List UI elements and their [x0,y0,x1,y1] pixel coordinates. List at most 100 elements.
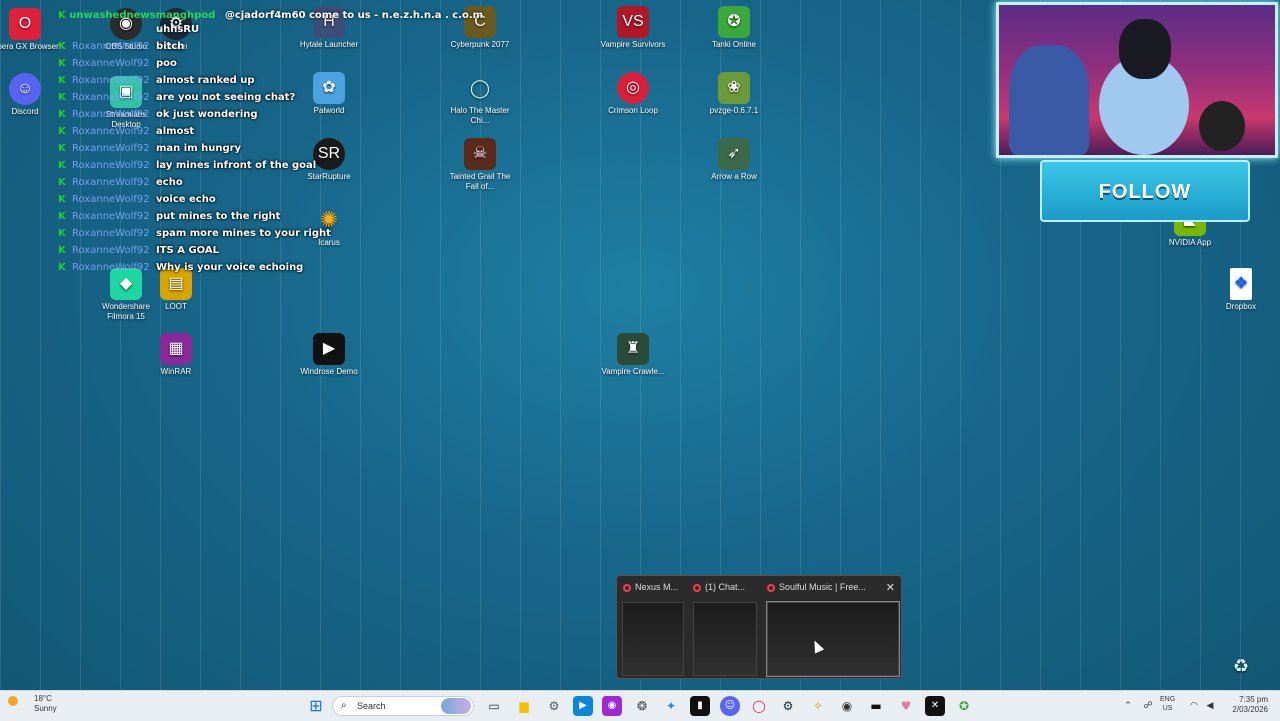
chat-rows: K RoxanneWolf92 bitch K RoxanneWolf92 poo K Rox… [58,38,398,276]
dropbox-desktop-icon[interactable]: ❖ Dropbox [1206,268,1276,312]
opera-icon [693,583,701,592]
search-highlight-icon [441,698,471,714]
app-gray-icon[interactable]: ❂ [632,696,652,716]
x-app-icon[interactable]: ✕ [925,696,945,716]
chat-row: K RoxanneWolf92 lay mines infront of the g… [58,157,398,174]
avatar-person [1119,19,1171,79]
kick-icon: K [58,177,66,188]
task-view-icon[interactable]: ▭ [484,696,504,716]
search-icon: ⌕ [341,700,347,711]
recycle-bin-icon: ♻ [1232,656,1250,676]
start-icon[interactable]: ⊞ [306,696,326,716]
weather-widget[interactable]: 18°C Sunny [8,694,57,714]
kick-icon: K [58,75,66,86]
chat-row: K RoxanneWolf92 almost [58,123,398,140]
chat-row: K RoxanneWolf92 voice echo [58,191,398,208]
pvzge-icon: ❀ [718,72,750,104]
chat-row: K RoxanneWolf92 put mines to the right [58,208,398,225]
preview-tab-soulful-music[interactable]: Soulful Music | Free... [767,582,866,596]
tanki-icon: ✪ [718,6,750,38]
pvzge-desktop-icon[interactable]: ❀ pvzge-0.6.7.1 [699,72,769,116]
halo-desktop-icon[interactable]: ◯ Halo The Master Chi... [445,72,515,126]
follow-label: FOLLOW [1098,181,1192,203]
chat-message: ITS A GOAL [156,245,219,256]
winrar-icon: ▦ [160,333,192,365]
windrose-icon: ▶ [313,333,345,365]
recycle-bin-desktop-icon[interactable]: ♻ [1206,655,1276,679]
terminal-icon[interactable]: ▮ [690,696,710,716]
app-purple-icon[interactable]: ◉ [602,696,622,716]
preview-tab-chat[interactable]: (1) Chat... [693,582,745,596]
close-icon[interactable]: ✕ [886,581,895,594]
opera-gx-desktop-icon[interactable]: O Opera GX Browser [0,8,60,52]
chat-message: ok just wondering [156,109,258,120]
halo-icon: ◯ [469,78,491,98]
chat-username: RoxanneWolf92 [72,245,150,256]
clock-time: 7:35 pm [1239,695,1268,704]
tainted-grail-desktop-icon[interactable]: ☠ Tainted Grail The Fall of... [445,138,515,192]
chevron-up-icon[interactable]: ⌃ [1118,696,1138,716]
vampire-survivors-icon: VS [617,6,649,38]
obs-taskbar-icon[interactable]: ◉ [837,696,857,716]
arrow-a-row-icon: ➶ [718,138,750,170]
chat-message: @cjadorf4m60 come to us - n.e.z.h.n.a . … [224,10,484,21]
chat-username: RoxanneWolf92 [72,177,150,188]
tanki-taskbar-icon[interactable]: ✪ [954,696,974,716]
chat-row: K RoxanneWolf92 almost ranked up [58,72,398,89]
winrar-desktop-icon[interactable]: ▦ WinRAR [141,333,211,377]
chat-message: Why is your voice echoing [156,262,304,273]
kick-icon: K [58,245,66,256]
opera-taskbar-icon[interactable]: ◯ [749,696,769,716]
discord-icon: ☺ [9,73,41,105]
chat-message: spam more mines to your right [156,228,331,239]
crimson-loop-desktop-icon[interactable]: ◎ Crimson Loop [598,72,668,116]
windrose-desktop-icon[interactable]: ▶ Windrose Demo [294,333,364,377]
chat-row: K RoxanneWolf92 bitch [58,38,398,55]
dropbox-icon: ❖ [1230,268,1252,300]
preview-thumbnail-soulful-music[interactable] [766,601,900,677]
app-pink-icon[interactable]: ♥ [896,696,916,716]
follow-banner: FOLLOW [1040,160,1250,222]
chat-username: RoxanneWolf92 [72,211,150,222]
preview-thumbnail-nexus[interactable] [622,602,684,676]
kick-icon: K [58,262,66,273]
preview-thumbnail-chat[interactable] [693,602,757,676]
webcam-overlay [996,2,1278,158]
chat-username: RoxanneWolf92 [72,143,150,154]
settings-icon[interactable]: ⚙ [544,696,564,716]
chat-username: RoxanneWolf92 [72,41,150,52]
language-indicator[interactable]: ENG US [1160,695,1175,713]
volume-icon[interactable]: ◀ [1200,696,1220,716]
app-blue-icon[interactable]: ✦ [661,696,681,716]
kick-icon: K [58,211,66,222]
kick-icon: K [58,228,66,239]
preview-tab-nexus[interactable]: Nexus M... [623,582,678,596]
taskbar-thumbnail-preview: Nexus M... (1) Chat... Soulful Music | F… [616,575,902,679]
chat-header-message: K unwashednewsmanghpod @cjadorf4m60 come… [58,8,483,24]
arrow-a-row-desktop-icon[interactable]: ➶ Arrow a Row [699,138,769,182]
opera-icon [767,583,775,592]
media-player-icon[interactable]: ▶ [573,696,593,716]
chat-message: echo [156,177,183,188]
discord-desktop-icon[interactable]: ☺ Discord [0,73,60,117]
tanki-desktop-icon[interactable]: ✪ Tanki Online [699,6,769,50]
kick-icon: K [58,92,66,103]
steam-taskbar-icon[interactable]: ⚙ [778,696,798,716]
chat-username: unwashednewsmanghpod [69,10,216,21]
vampire-survivors-desktop-icon[interactable]: VS Vampire Survivors [598,6,668,50]
opera-gx-icon: O [9,8,41,40]
network-icon[interactable]: ☍ [1138,696,1158,716]
clock[interactable]: 7:35 pm 2/03/2026 [1232,695,1268,715]
kick-icon: K [58,160,66,171]
chat-username: RoxanneWolf92 [72,262,150,273]
file-explorer-icon[interactable]: ▆ [514,696,534,716]
chat-row: K RoxanneWolf92 man im hungry [58,140,398,157]
discord-taskbar-icon[interactable]: ☺ [720,696,740,716]
taskbar-search[interactable]: ⌕ Search [332,696,474,716]
vampire-crawlers-desktop-icon[interactable]: ♜ Vampire Crawle... [598,333,668,377]
app-yellow-icon[interactable]: ✧ [808,696,828,716]
kick-icon: K [58,143,66,154]
chat-row: K RoxanneWolf92 ITS A GOAL [58,242,398,259]
chat-row: K RoxanneWolf92 Why is your voice echoing [58,259,398,276]
app-black-icon[interactable]: ▬ [866,696,886,716]
